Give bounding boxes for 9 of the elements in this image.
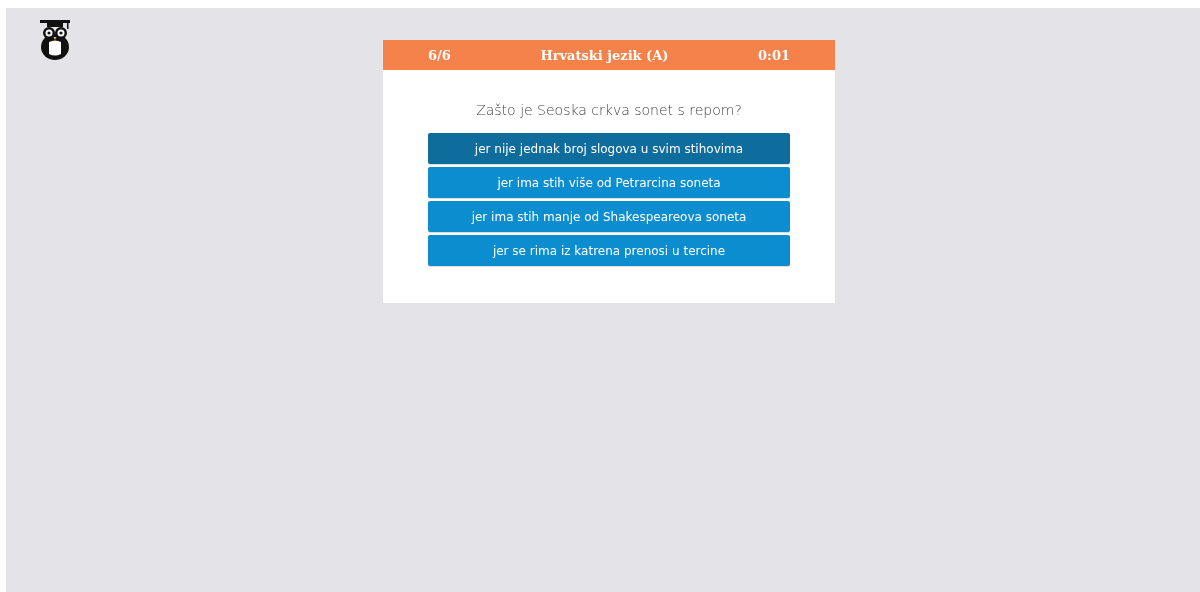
quiz-timer: 0:01	[758, 47, 790, 63]
answer-button[interactable]: jer ima stih manje od Shakespeareova soneta	[428, 201, 790, 232]
owl-graduate-logo	[38, 20, 72, 60]
question-counter: 6/6	[428, 47, 451, 63]
answer-button[interactable]: jer se rima iz katrena prenosi u tercine	[428, 235, 790, 266]
answer-button[interactable]: jer nije jednak broj slogova u svim stihovima	[428, 133, 790, 164]
question-text: Zašto je Seoska crkva sonet s repom?	[476, 102, 742, 118]
answer-button[interactable]: jer ima stih više od Petrarcina soneta	[428, 167, 790, 198]
quiz-title: Hrvatski jezik (A)	[540, 47, 669, 63]
